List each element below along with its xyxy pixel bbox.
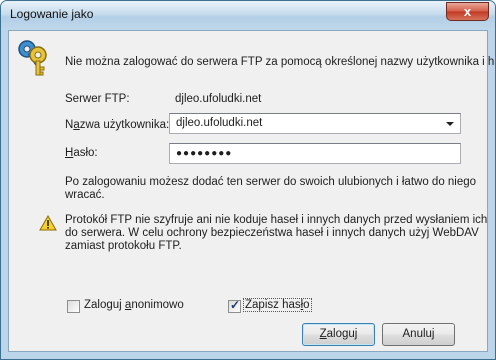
title-bar[interactable]: Logowanie jako x [1, 1, 495, 30]
error-message: Nie można zalogować do serwera FTP za po… [65, 56, 496, 68]
cancel-button[interactable]: Anuluj [382, 323, 455, 346]
dialog-body: Nie można zalogować do serwera FTP za po… [8, 30, 495, 352]
save-password-checkbox[interactable] [228, 298, 241, 313]
username-value: djleo.ufoludki.net [176, 117, 263, 129]
anonymous-checkbox[interactable] [67, 300, 80, 313]
username-combobox[interactable]: djleo.ufoludki.net [169, 113, 461, 134]
info-text-line1: Po zalogowaniu możesz dodać ten serwer d… [65, 176, 477, 188]
warning-line1: Protokół FTP nie szyfruje ani nie koduje… [65, 214, 488, 226]
window-title: Logowanie jako [10, 7, 94, 21]
close-button[interactable]: x [446, 2, 489, 21]
close-icon: x [463, 4, 472, 19]
login-dialog: Logowanie jako x Nie można zalogować do … [0, 0, 496, 360]
warning-line3: zamiast protokołu FTP. [65, 240, 182, 252]
server-value: djleo.ufoludki.net [175, 93, 262, 105]
warning-icon [39, 215, 57, 231]
anonymous-label[interactable]: Zaloguj anonimowo [84, 299, 184, 311]
info-text-line2: wracać. [65, 189, 105, 201]
username-label: Nazwa użytkownika: [65, 119, 170, 131]
password-value: ●●●●●●●● [176, 148, 233, 159]
server-label: Serwer FTP: [65, 93, 130, 105]
login-button[interactable]: Zaloguj [302, 323, 375, 346]
password-label: Hasło: [65, 147, 98, 159]
warning-line2: do serwera. W celu ochrony bezpieczeństw… [65, 227, 479, 239]
chevron-down-icon[interactable] [446, 122, 454, 126]
key-icon [18, 40, 47, 76]
save-password-label[interactable]: Zapisz hasło [243, 298, 312, 312]
password-field[interactable]: ●●●●●●●● [169, 143, 461, 164]
